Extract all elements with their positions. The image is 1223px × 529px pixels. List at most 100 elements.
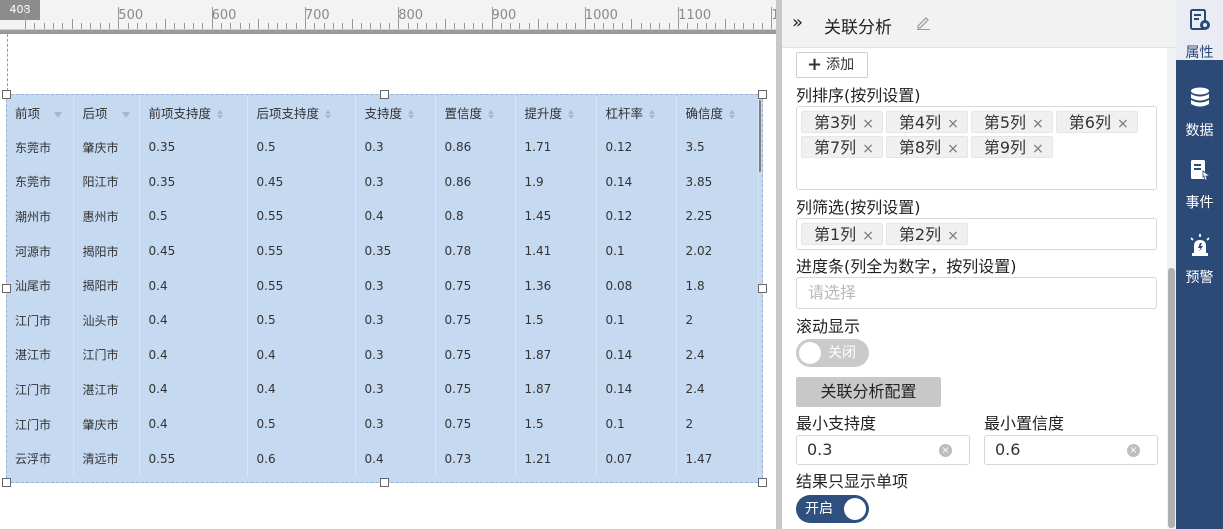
table-cell: 0.45 <box>247 164 356 200</box>
collapse-icon[interactable]: » <box>792 12 803 33</box>
sort-icon[interactable] <box>325 109 333 120</box>
close-icon[interactable]: × <box>947 228 959 244</box>
close-icon[interactable]: × <box>1032 141 1044 157</box>
column-filter-select[interactable]: 第1列 × 第2列 × <box>796 218 1157 250</box>
sort-icon[interactable] <box>568 109 576 120</box>
close-icon[interactable]: × <box>1032 116 1044 132</box>
header-lift[interactable]: 提升度 <box>515 96 597 130</box>
single-item-switch[interactable]: 开启 <box>796 495 869 523</box>
resize-handle-br[interactable] <box>758 478 767 487</box>
close-icon[interactable]: × <box>862 116 874 132</box>
sort-icon[interactable] <box>488 109 496 120</box>
column-sort-select[interactable]: 第3列 × 第4列 × 第5列 × 第6列 × 第7列 × 第8列 × 第9列 × <box>796 106 1157 190</box>
table-cell: 0.45 <box>139 233 248 269</box>
ruler-tick <box>715 23 717 29</box>
header-antecedent[interactable]: 前项 <box>6 96 74 130</box>
ruler-tick <box>435 23 437 29</box>
selected-tag: 第6列 × <box>1055 111 1138 133</box>
header-consequent[interactable]: 后项 <box>73 96 140 130</box>
table-cell: 3.5 <box>676 130 759 165</box>
table-header-row: 前项 后项 前项支持度 后项支持度 支持度 置信度 提升度 杠杆率 确信度 <box>6 96 759 130</box>
panel-scrollbar-thumb[interactable] <box>1168 268 1175 528</box>
ruler-tick <box>379 23 381 29</box>
sort-icon[interactable] <box>217 109 225 120</box>
resize-handle-bl[interactable] <box>2 478 11 487</box>
resize-handle-tc[interactable] <box>380 90 389 99</box>
selected-tag: 第1列 × <box>801 223 883 245</box>
ruler-tick <box>295 23 297 29</box>
ruler-tick <box>323 23 325 29</box>
add-button[interactable]: + 添加 <box>796 52 868 78</box>
table-cell: 0.5 <box>139 199 248 234</box>
table-cell: 0.5 <box>247 302 356 338</box>
ruler-scrollbar[interactable] <box>0 30 776 34</box>
table-cell: 0.73 <box>435 441 516 476</box>
table-cell: 0.3 <box>355 130 436 165</box>
resize-handle-tl[interactable] <box>2 90 11 99</box>
filter-icon[interactable] <box>121 111 130 118</box>
header-confidence[interactable]: 置信度 <box>435 96 516 130</box>
selected-tag: 第2列 × <box>885 223 968 245</box>
clear-icon[interactable]: × <box>1127 444 1140 457</box>
table-cell: 0.1 <box>596 406 677 442</box>
ruler-tick <box>482 23 484 29</box>
association-config-button[interactable]: 关联分析配置 <box>796 377 941 407</box>
sort-icon[interactable] <box>729 109 737 120</box>
table-cell: 3.85 <box>676 164 759 200</box>
nav-item-alarm[interactable]: 预警 <box>1176 225 1223 286</box>
header-leverage[interactable]: 杠杆率 <box>596 96 677 130</box>
ruler-tick <box>631 19 633 29</box>
close-icon[interactable]: × <box>947 141 959 157</box>
table-cell: 1.8 <box>676 268 759 303</box>
close-icon[interactable]: × <box>947 116 959 132</box>
min-confidence-input[interactable]: 0.6 × <box>984 435 1158 465</box>
ruler-tick <box>622 23 624 29</box>
header-conviction[interactable]: 确信度 <box>676 96 759 130</box>
close-icon[interactable]: × <box>862 228 874 244</box>
ruler-tick <box>174 23 176 29</box>
table-cell: 0.5 <box>247 130 356 165</box>
resize-handle-tr[interactable] <box>758 90 767 99</box>
ruler-tick <box>575 23 577 29</box>
header-support[interactable]: 支持度 <box>355 96 436 130</box>
min-support-input[interactable]: 0.3 × <box>796 435 970 465</box>
close-icon[interactable]: × <box>1117 116 1129 132</box>
ruler-tick <box>370 23 372 29</box>
ruler-position-badge: 408 <box>0 0 40 20</box>
table-cell: 汕尾市 <box>6 268 74 303</box>
table-cell: 0.4 <box>139 337 248 373</box>
plus-icon: + <box>807 54 823 75</box>
table-cell: 湛江市 <box>6 337 74 373</box>
edit-icon[interactable] <box>915 14 931 30</box>
table-cell: 江门市 <box>6 302 74 338</box>
table-cell: 0.08 <box>596 268 677 303</box>
table-cell: 2.4 <box>676 337 759 373</box>
resize-handle-bc[interactable] <box>380 478 389 487</box>
resize-handle-ml[interactable] <box>2 284 11 293</box>
panel-scrollbar[interactable] <box>1167 48 1176 529</box>
table-row: 潮州市 惠州市 0.5 0.55 0.4 0.8 1.45 0.12 2.25 <box>6 199 759 234</box>
clear-icon[interactable]: × <box>939 444 952 457</box>
ruler-tick <box>547 23 549 29</box>
ruler-tick <box>25 7 26 29</box>
sort-icon[interactable] <box>408 109 416 120</box>
table-cell: 0.35 <box>139 164 248 200</box>
table-cell: 0.14 <box>596 337 677 373</box>
scroll-display-switch[interactable]: 关闭 <box>796 339 869 367</box>
sort-icon[interactable] <box>649 109 657 120</box>
selected-tag: 第8列 × <box>885 136 968 158</box>
header-antecedent-support[interactable]: 前项支持度 <box>139 96 248 130</box>
progress-bar-select[interactable]: 请选择 <box>796 277 1157 309</box>
ruler-tick <box>202 23 204 29</box>
close-icon[interactable]: × <box>862 141 874 157</box>
nav-item-data[interactable]: 数据 <box>1176 78 1223 139</box>
table-row: 云浮市 清远市 0.55 0.6 0.4 0.73 1.21 0.07 1.47 <box>6 441 759 476</box>
header-consequent-support[interactable]: 后项支持度 <box>247 96 356 130</box>
nav-item-property[interactable]: 属性 <box>1176 0 1223 61</box>
filter-icon[interactable] <box>54 111 63 118</box>
table-cell: 0.4 <box>247 372 356 407</box>
nav-item-event[interactable]: 事件 <box>1176 150 1223 211</box>
table-cell: 1.71 <box>515 130 597 165</box>
alarm-icon <box>1190 234 1210 256</box>
resize-handle-mr[interactable] <box>758 284 767 293</box>
